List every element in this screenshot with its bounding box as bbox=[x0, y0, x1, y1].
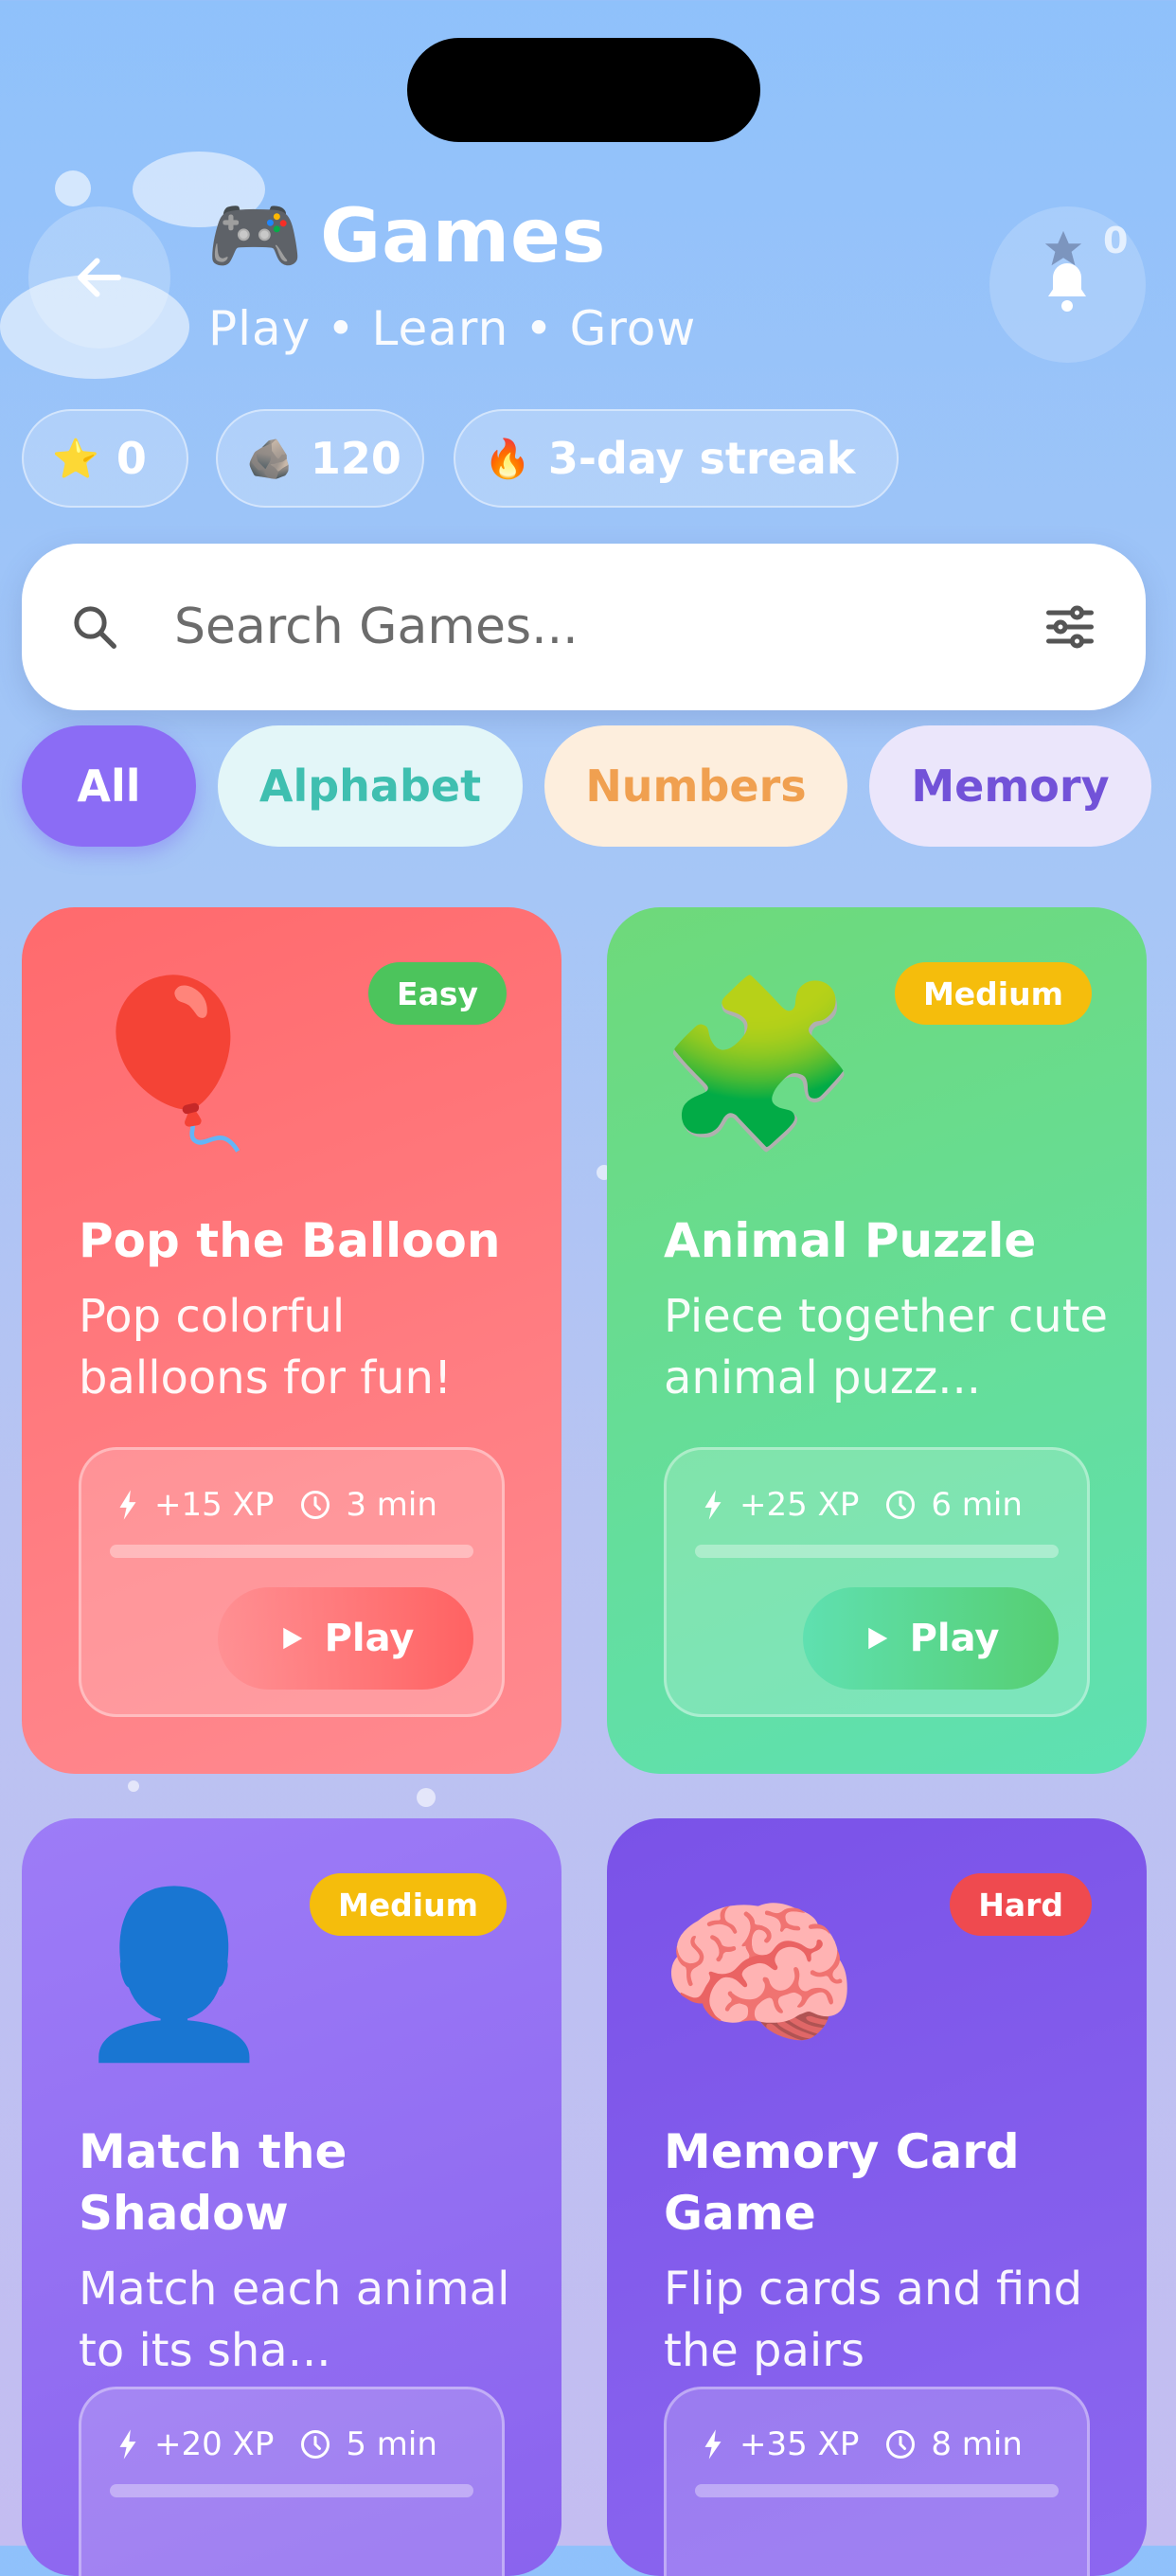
lightning-icon bbox=[119, 1490, 136, 1520]
xp-reward: +15 XP bbox=[154, 1486, 275, 1524]
lightning-icon bbox=[704, 1490, 722, 1520]
puzzle-piece-icon: 🧩 bbox=[659, 970, 860, 1157]
search-input[interactable] bbox=[172, 598, 1023, 656]
game-description: Flip cards and find the pairs bbox=[664, 2263, 1083, 2377]
lightning-icon bbox=[704, 2429, 722, 2460]
background-bubble bbox=[55, 170, 91, 206]
coins-stat: 🪨 120 bbox=[216, 409, 424, 508]
play-label: Play bbox=[909, 1617, 1000, 1660]
play-button[interactable]: Play bbox=[218, 1587, 473, 1690]
search-icon bbox=[74, 606, 116, 649]
dynamic-island bbox=[407, 38, 760, 142]
difficulty-badge: Hard bbox=[950, 1873, 1092, 1936]
game-duration: 8 min bbox=[931, 2425, 1023, 2463]
background-bubble bbox=[128, 1780, 139, 1792]
game-meta: +15 XP 3 min bbox=[115, 1486, 437, 1524]
clock-icon bbox=[301, 2430, 330, 2459]
clock-icon bbox=[886, 1491, 916, 1519]
game-info-panel: +20 XP 5 min bbox=[79, 2387, 505, 2576]
category-chip-alphabet[interactable]: Alphabet bbox=[218, 725, 523, 847]
clock-icon bbox=[886, 2430, 916, 2459]
play-button[interactable]: Play bbox=[803, 1587, 1059, 1690]
page-header: 🎮 Games bbox=[206, 194, 606, 279]
game-duration: 5 min bbox=[346, 2425, 437, 2463]
background-bubble bbox=[417, 1788, 436, 1807]
brain-icon: 🧠 bbox=[659, 1881, 860, 2068]
filter-sliders-icon[interactable] bbox=[1042, 599, 1098, 655]
stars-value: 0 bbox=[116, 433, 147, 484]
fire-icon: 🔥 bbox=[484, 437, 531, 481]
game-title: Memory Card Game bbox=[664, 2124, 1020, 2241]
coins-value: 120 bbox=[310, 433, 401, 484]
xp-reward: +20 XP bbox=[154, 2425, 275, 2463]
game-title: Pop the Balloon bbox=[79, 1213, 501, 1268]
star-icon: ⭐ bbox=[52, 437, 99, 481]
category-chip-memory[interactable]: Memory bbox=[869, 725, 1151, 847]
game-meta: +20 XP 5 min bbox=[115, 2425, 437, 2463]
play-icon bbox=[867, 1627, 887, 1650]
difficulty-badge: Medium bbox=[894, 962, 1092, 1025]
notification-count: 0 bbox=[1103, 220, 1129, 261]
xp-reward: +35 XP bbox=[739, 2425, 860, 2463]
game-description: Piece together cute animal puzz... bbox=[664, 1290, 1109, 1404]
game-meta: +25 XP 6 min bbox=[700, 1486, 1023, 1524]
category-chip-numbers[interactable]: Numbers bbox=[544, 725, 847, 847]
game-title: Match the Shadow bbox=[79, 2124, 347, 2241]
game-info-panel: +25 XP 6 min Play bbox=[664, 1447, 1090, 1717]
balloon-icon: 🎈 bbox=[74, 970, 275, 1157]
bell-icon bbox=[1048, 263, 1086, 312]
stars-stat: ⭐ 0 bbox=[22, 409, 188, 508]
page-subtitle: Play • Learn • Grow bbox=[208, 301, 697, 356]
game-duration: 3 min bbox=[346, 1486, 437, 1524]
streak-value: 3-day streak bbox=[547, 433, 856, 484]
arrow-left-icon bbox=[78, 258, 121, 297]
play-label: Play bbox=[324, 1617, 415, 1660]
rock-icon: 🪨 bbox=[246, 437, 294, 481]
progress-bar bbox=[110, 2484, 473, 2497]
progress-bar bbox=[695, 1545, 1059, 1558]
game-card-memory-card-game[interactable]: Hard 🧠 Memory Card Game Flip cards and f… bbox=[607, 1818, 1147, 2576]
game-description: Pop colorful balloons for fun! bbox=[79, 1290, 453, 1404]
page-title: Games bbox=[320, 194, 607, 279]
game-card-pop-the-balloon[interactable]: Easy 🎈 Pop the Balloon Pop colorful ball… bbox=[22, 907, 561, 1774]
category-chip-all[interactable]: All bbox=[22, 725, 196, 847]
game-card-animal-puzzle[interactable]: Medium 🧩 Animal Puzzle Piece together cu… bbox=[607, 907, 1147, 1774]
game-card-match-the-shadow[interactable]: Medium 👤 Match the Shadow Match each ani… bbox=[22, 1818, 561, 2576]
progress-bar bbox=[695, 2484, 1059, 2497]
game-duration: 6 min bbox=[931, 1486, 1023, 1524]
progress-bar bbox=[110, 1545, 473, 1558]
clock-icon bbox=[301, 1491, 330, 1519]
game-meta: +35 XP 8 min bbox=[700, 2425, 1023, 2463]
lightning-icon bbox=[119, 2429, 136, 2460]
game-info-panel: +35 XP 8 min bbox=[664, 2387, 1090, 2576]
silhouette-icon: 👤 bbox=[74, 1881, 275, 2068]
notifications-button[interactable]: 0 bbox=[989, 206, 1146, 363]
search-bar bbox=[22, 544, 1146, 710]
game-description: Match each animal to its sha... bbox=[79, 2263, 510, 2377]
difficulty-badge: Easy bbox=[368, 962, 507, 1025]
game-controller-icon: 🎮 bbox=[206, 191, 304, 281]
back-button[interactable] bbox=[28, 206, 170, 349]
game-info-panel: +15 XP 3 min Play bbox=[79, 1447, 505, 1717]
play-icon bbox=[282, 1627, 302, 1650]
game-title: Animal Puzzle bbox=[664, 1213, 1037, 1268]
streak-stat: 🔥 3-day streak bbox=[454, 409, 899, 508]
difficulty-badge: Medium bbox=[309, 1873, 507, 1936]
xp-reward: +25 XP bbox=[739, 1486, 860, 1524]
